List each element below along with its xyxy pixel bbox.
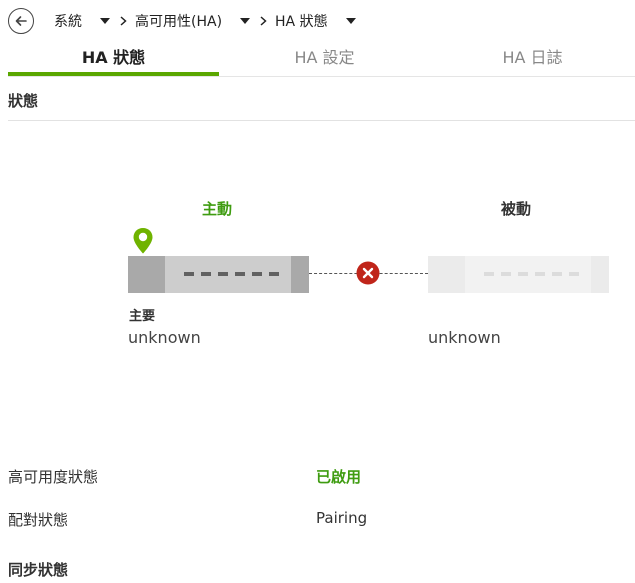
active-tab-indicator <box>8 72 219 76</box>
ha-status-label: 高可用度狀態 <box>8 468 99 486</box>
breadcrumb: 系統 高可用性(HA) HA 狀態 <box>8 7 366 35</box>
breadcrumb-label[interactable]: 高可用性(HA) <box>135 11 222 31</box>
pairing-status-value: Pairing <box>316 509 368 527</box>
primary-device <box>128 256 309 293</box>
device-ports <box>184 272 279 276</box>
status-section-title: 狀態 <box>8 92 39 110</box>
arrow-left-icon <box>15 16 27 26</box>
breadcrumb-item-ha-status[interactable]: HA 狀態 <box>275 11 366 31</box>
pairing-status-label: 配對狀態 <box>8 511 69 529</box>
secondary-device-status: unknown <box>428 328 501 347</box>
caret-down-icon[interactable] <box>100 18 110 24</box>
breadcrumb-item-ha[interactable]: 高可用性(HA) <box>135 11 260 31</box>
secondary-device <box>428 256 609 293</box>
ha-status-value: 已啟用 <box>316 468 362 486</box>
link-error-icon <box>356 261 380 289</box>
breadcrumb-item-system[interactable]: 系統 <box>54 11 120 31</box>
primary-device-label: 主要 <box>129 309 156 324</box>
active-role-label: 主動 <box>202 200 233 218</box>
location-pin-icon <box>132 227 154 259</box>
tab-bar: HA 狀態 HA 設定 HA 日誌 <box>8 36 635 77</box>
tab-ha-status[interactable]: HA 狀態 <box>8 36 219 76</box>
caret-down-icon[interactable] <box>345 18 356 24</box>
tab-ha-settings[interactable]: HA 設定 <box>219 36 430 76</box>
passive-role-label: 被動 <box>501 200 532 218</box>
chevron-right-icon <box>120 16 127 26</box>
primary-device-status: unknown <box>128 328 201 347</box>
chevron-right-icon <box>260 16 267 26</box>
sync-section-title: 同步狀態 <box>8 561 69 579</box>
back-button[interactable] <box>8 8 34 34</box>
breadcrumb-label[interactable]: 系統 <box>54 11 82 31</box>
device-ports <box>484 272 579 276</box>
section-divider <box>8 120 635 121</box>
caret-down-icon[interactable] <box>240 18 251 24</box>
breadcrumb-label[interactable]: HA 狀態 <box>275 11 328 31</box>
tab-ha-log[interactable]: HA 日誌 <box>430 36 635 76</box>
